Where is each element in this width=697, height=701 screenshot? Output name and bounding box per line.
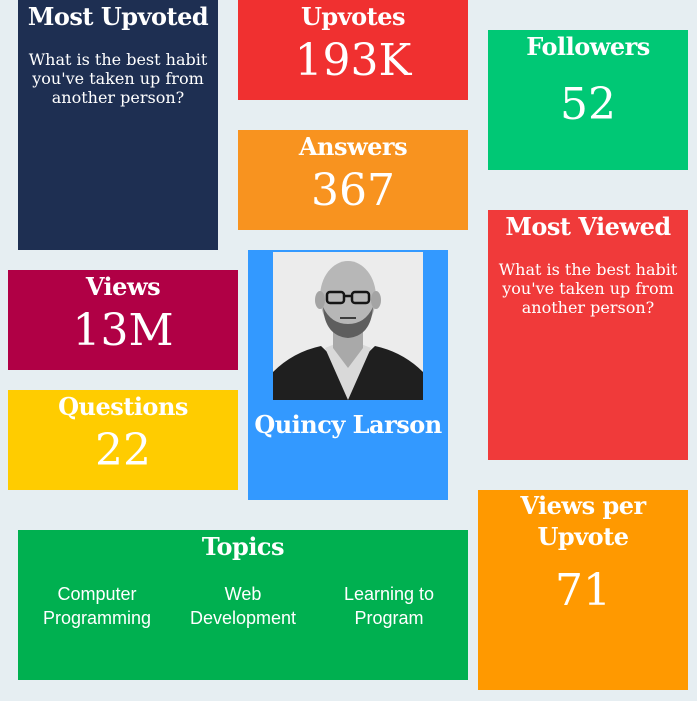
views-per-upvote-value: 71 bbox=[555, 565, 611, 616]
questions-card: Questions 22 bbox=[8, 390, 238, 490]
upvotes-title: Upvotes bbox=[300, 2, 406, 31]
upvotes-value: 193K bbox=[294, 35, 412, 86]
most-viewed-card: Most Viewed What is the best habit you'v… bbox=[488, 210, 688, 460]
most-upvoted-question[interactable]: What is the best habit you've taken up f… bbox=[18, 50, 218, 107]
questions-value: 22 bbox=[95, 425, 151, 476]
profile-name[interactable]: Quincy Larson bbox=[248, 410, 448, 440]
views-per-upvote-title: Views per Upvote bbox=[520, 491, 646, 551]
topic-item[interactable]: Computer Programming bbox=[27, 582, 167, 630]
followers-title: Followers bbox=[526, 32, 650, 61]
topic-item[interactable]: Web Development bbox=[173, 582, 313, 630]
followers-card: Followers 52 bbox=[488, 30, 688, 170]
most-upvoted-card: Most Upvoted What is the best habit you'… bbox=[18, 0, 218, 250]
topics-card: Topics Computer Programming Web Developm… bbox=[18, 530, 468, 680]
topic-item[interactable]: Learning to Program bbox=[319, 582, 459, 630]
profile-photo bbox=[273, 252, 423, 400]
upvotes-card: Upvotes 193K bbox=[238, 0, 468, 100]
views-card: Views 13M bbox=[8, 270, 238, 370]
answers-card: Answers 367 bbox=[238, 130, 468, 230]
person-portrait-icon bbox=[273, 252, 423, 400]
most-upvoted-title: Most Upvoted bbox=[27, 2, 209, 31]
followers-value: 52 bbox=[560, 79, 616, 130]
answers-value: 367 bbox=[311, 165, 395, 216]
answers-title: Answers bbox=[298, 132, 408, 161]
most-viewed-title: Most Viewed bbox=[505, 212, 671, 241]
views-value: 13M bbox=[72, 305, 174, 356]
topics-title: Topics bbox=[201, 532, 285, 561]
questions-title: Questions bbox=[58, 392, 188, 421]
topics-list: Computer Programming Web Development Lea… bbox=[18, 582, 468, 630]
profile-card: Quincy Larson bbox=[248, 250, 448, 500]
views-title: Views bbox=[85, 272, 161, 301]
most-viewed-question[interactable]: What is the best habit you've taken up f… bbox=[488, 260, 688, 317]
views-per-upvote-card: Views per Upvote 71 bbox=[478, 490, 688, 690]
